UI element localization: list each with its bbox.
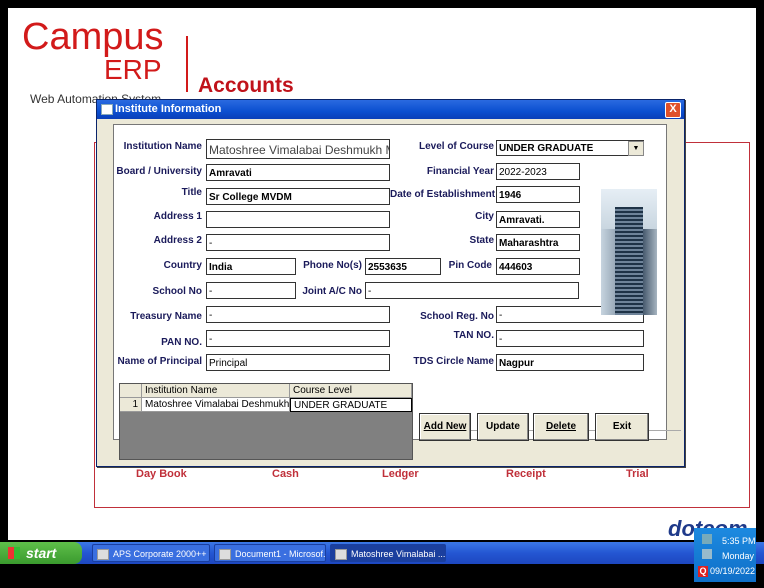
label-joint-ac: Joint A/C No — [302, 286, 362, 297]
update-label: Update — [486, 421, 520, 432]
clock-date: 09/19/2022 — [710, 566, 756, 576]
app-icon — [97, 549, 109, 560]
institute-info-dialog: Institute Information X Institution Name… — [96, 99, 685, 467]
chevron-down-icon[interactable]: ▼ — [628, 141, 644, 156]
taskbar-item-label: APS Corporate 2000++ — [113, 549, 207, 559]
school-no-field[interactable]: - — [206, 282, 296, 299]
label-country: Country — [163, 260, 202, 271]
institution-name-field[interactable]: Matoshree Vimalabai Deshmukh M — [206, 139, 390, 159]
label-pin-code: Pin Code — [448, 260, 492, 271]
pin-code-field[interactable]: 444603 — [496, 258, 580, 275]
taskbar-item-label: Matoshree Vimalabai ... — [351, 549, 446, 559]
joint-ac-field[interactable]: - — [365, 282, 579, 299]
country-field[interactable]: India — [206, 258, 296, 275]
start-button[interactable]: start — [0, 542, 82, 564]
city-field[interactable]: Amravati. — [496, 211, 580, 228]
label-state: State — [469, 235, 494, 246]
label-treasury-name: Treasury Name — [130, 311, 202, 322]
grid-corner — [120, 384, 142, 398]
q-icon[interactable]: Q — [698, 566, 708, 577]
building-tower — [615, 207, 643, 315]
pan-no-field[interactable]: - — [206, 330, 390, 347]
clock-time[interactable]: 5:35 PM — [722, 536, 756, 546]
tab-ledger[interactable]: Ledger — [382, 468, 419, 480]
window-icon — [335, 549, 347, 560]
logo-campus: Campus — [22, 16, 164, 58]
add-new-button[interactable]: Add New — [419, 413, 471, 441]
screen: Campus ERP Web Automation System Account… — [0, 0, 764, 588]
tab-receipt[interactable]: Receipt — [506, 468, 546, 480]
treasury-name-field[interactable]: - — [206, 306, 390, 323]
grid-cell-institution-name[interactable]: Matoshree Vimalabai Deshmukh — [142, 398, 290, 412]
grid-col-course-level[interactable]: Course Level — [290, 384, 412, 398]
label-tan-no: TAN NO. — [453, 330, 494, 341]
logo-divider — [186, 36, 188, 92]
tds-circle-field[interactable]: Nagpur — [496, 354, 644, 371]
phone-field[interactable]: 2553635 — [365, 258, 441, 275]
label-tds-circle: TDS Circle Name — [413, 356, 494, 367]
clock-day: Monday — [722, 551, 755, 561]
start-label: start — [26, 545, 57, 561]
volume-icon[interactable] — [702, 549, 712, 559]
label-city: City — [475, 211, 494, 222]
windows-flag-icon — [8, 547, 20, 559]
network-icon[interactable] — [702, 534, 712, 544]
state-field[interactable]: Maharashtra — [496, 234, 580, 251]
label-principal: Name of Principal — [117, 356, 202, 367]
taskbar-item-label: Document1 - Microsof... — [235, 549, 326, 559]
board-university-field[interactable]: Amravati — [206, 164, 390, 181]
label-financial-year: Financial Year — [426, 166, 494, 177]
taskbar-item-aps[interactable]: APS Corporate 2000++ — [92, 544, 210, 562]
label-institution-name: Institution Name — [123, 141, 202, 152]
grid-row-number: 1 — [120, 398, 142, 412]
label-address2: Address 2 — [153, 235, 202, 246]
label-pan-no: PAN NO. — [161, 337, 202, 348]
delete-label: Delete — [545, 421, 576, 432]
financial-year-field[interactable]: 2022-2023 — [496, 163, 580, 180]
label-school-reg-no: School Reg. No — [420, 311, 494, 322]
address1-field[interactable] — [206, 211, 390, 228]
level-of-course-select[interactable]: UNDER GRADUATE — [496, 140, 644, 156]
label-level-of-course: Level of Course — [418, 141, 494, 152]
system-tray: 5:35 PM Monday Q 09/19/2022 — [694, 528, 756, 582]
title-field[interactable]: Sr College MVDM — [206, 188, 390, 205]
grid-cell-course-level[interactable]: UNDER GRADUATE — [290, 398, 412, 412]
label-phone: Phone No(s) — [303, 260, 362, 271]
exit-button[interactable]: Exit — [595, 413, 649, 441]
tab-cash[interactable]: Cash — [272, 468, 299, 480]
building-image — [601, 189, 657, 315]
dialog-title: Institute Information — [115, 103, 222, 115]
label-school-no: School No — [152, 286, 202, 297]
tab-trial[interactable]: Trial — [626, 468, 649, 480]
tan-no-field[interactable]: - — [496, 330, 644, 347]
grid-col-institution-name[interactable]: Institution Name — [142, 384, 290, 398]
taskbar-item-matoshree[interactable]: Matoshree Vimalabai ... — [330, 544, 446, 562]
delete-button[interactable]: Delete — [533, 413, 589, 441]
label-board-university: Board / University — [116, 166, 202, 177]
address2-field[interactable]: - — [206, 234, 390, 251]
taskbar-item-document[interactable]: Document1 - Microsof... — [214, 544, 326, 562]
dialog-titlebar[interactable]: Institute Information X — [97, 100, 684, 119]
label-title: Title — [181, 187, 202, 198]
date-established-field[interactable]: 1946 — [496, 186, 580, 203]
word-icon — [219, 549, 231, 560]
taskbar: start APS Corporate 2000++ Document1 - M… — [0, 542, 764, 564]
add-new-label: Add New — [423, 421, 467, 432]
window-icon — [101, 104, 113, 115]
module-title: Accounts — [198, 74, 294, 97]
logo-erp: ERP — [104, 54, 162, 85]
label-date-established: Date of Establishment — [390, 189, 496, 200]
tab-day-book[interactable]: Day Book — [136, 468, 187, 480]
institution-grid[interactable]: Institution Name Course Level 1 Matoshre… — [119, 383, 413, 460]
close-button[interactable]: X — [665, 102, 681, 118]
grid-header: Institution Name Course Level — [120, 384, 412, 398]
label-address1: Address 1 — [153, 211, 202, 222]
principal-field[interactable]: Principal — [206, 354, 390, 371]
exit-label: Exit — [612, 421, 632, 432]
update-button[interactable]: Update — [477, 413, 529, 441]
